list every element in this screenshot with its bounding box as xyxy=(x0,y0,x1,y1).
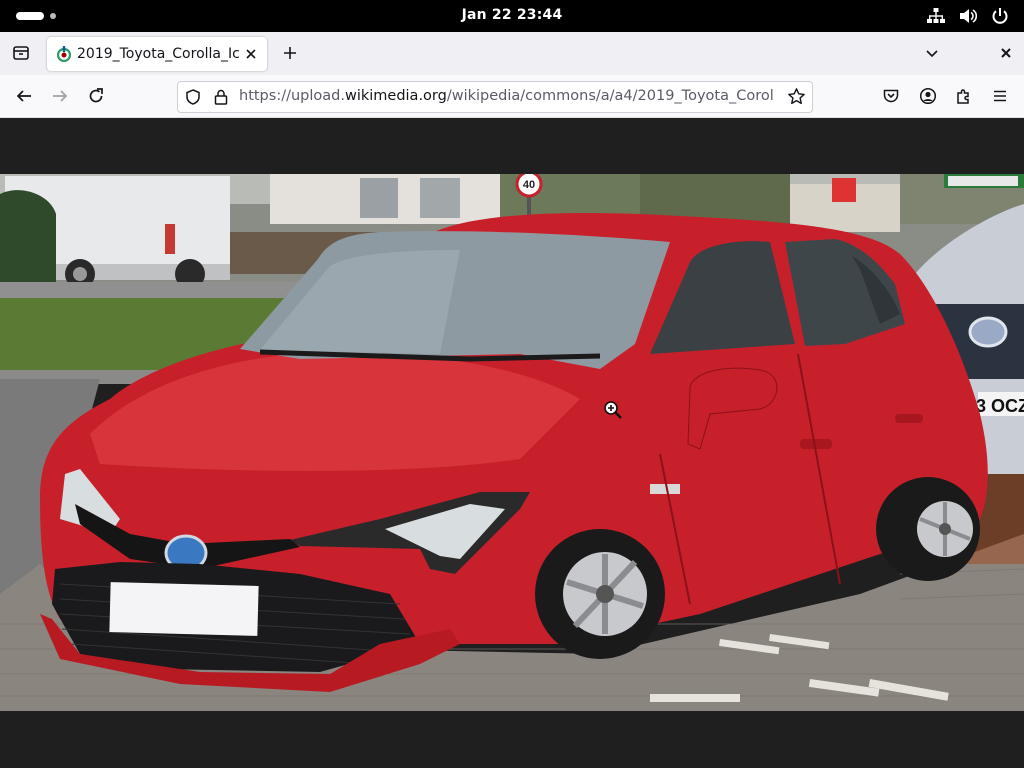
pocket-icon xyxy=(883,89,899,103)
chevron-down-icon xyxy=(926,50,938,58)
extensions-button[interactable] xyxy=(951,83,977,109)
close-icon xyxy=(246,49,256,59)
address-bar[interactable]: https://upload.wikimedia.org/wikipedia/c… xyxy=(177,81,813,113)
shield-icon[interactable] xyxy=(184,88,202,106)
car-photo[interactable]: 40 3 OCZ xyxy=(0,174,1024,711)
account-button[interactable] xyxy=(915,83,941,109)
wikimedia-favicon-icon xyxy=(56,46,72,63)
close-icon xyxy=(1001,48,1011,58)
url-prefix: https://upload. xyxy=(239,88,345,104)
plus-icon xyxy=(284,47,296,59)
speed-sign-text: 40 xyxy=(523,179,535,191)
reload-button[interactable] xyxy=(83,83,109,109)
menu-icon xyxy=(994,90,1006,102)
back-button[interactable] xyxy=(11,83,37,109)
tab-active[interactable]: 2019_Toyota_Corolla_Icon_Tech_VVT-i_HEV_… xyxy=(47,37,267,71)
back-icon xyxy=(16,90,31,102)
url-text[interactable]: https://upload.wikimedia.org/wikipedia/c… xyxy=(239,88,774,104)
forward-button[interactable] xyxy=(47,83,73,109)
zoom-in-cursor-icon xyxy=(604,401,622,419)
app-menu-button[interactable] xyxy=(987,83,1013,109)
extensions-icon xyxy=(957,89,969,104)
forward-icon xyxy=(53,90,68,102)
lock-icon[interactable] xyxy=(212,88,230,106)
system-top-bar: Jan 22 23:44 xyxy=(0,0,1024,32)
reload-icon xyxy=(89,88,103,103)
tab-title: 2019_Toyota_Corolla_Icon_Tech_VVT-i_HEV_… xyxy=(77,46,239,62)
new-tab-button[interactable] xyxy=(278,41,302,65)
firefox-view-button[interactable] xyxy=(8,40,34,66)
url-host: wikimedia.org xyxy=(344,88,447,104)
list-all-tabs-button[interactable] xyxy=(920,41,944,65)
tab-strip: 2019_Toyota_Corolla_Icon_Tech_VVT-i_HEV_… xyxy=(0,32,1024,75)
network-icon[interactable] xyxy=(926,6,946,26)
power-icon[interactable] xyxy=(990,6,1010,26)
volume-icon[interactable] xyxy=(958,6,978,26)
system-tray[interactable] xyxy=(926,6,1010,26)
car-photo-illustration: 40 3 OCZ xyxy=(0,174,1024,711)
clock[interactable]: Jan 22 23:44 xyxy=(0,7,1024,23)
plate-text: 3 OCZ xyxy=(976,396,1024,416)
navigation-toolbar: https://upload.wikimedia.org/wikipedia/c… xyxy=(0,75,1024,118)
pocket-button[interactable] xyxy=(878,83,904,109)
image-viewer: 40 3 OCZ xyxy=(0,118,1024,768)
star-icon[interactable] xyxy=(787,87,806,106)
url-path: /wikipedia/commons/a/a4/2019_Toyota_Coro… xyxy=(446,88,774,104)
account-icon xyxy=(919,87,937,105)
window-close-button[interactable] xyxy=(994,41,1018,65)
tab-close-button[interactable] xyxy=(243,46,259,62)
firefox-view-icon xyxy=(13,46,29,60)
